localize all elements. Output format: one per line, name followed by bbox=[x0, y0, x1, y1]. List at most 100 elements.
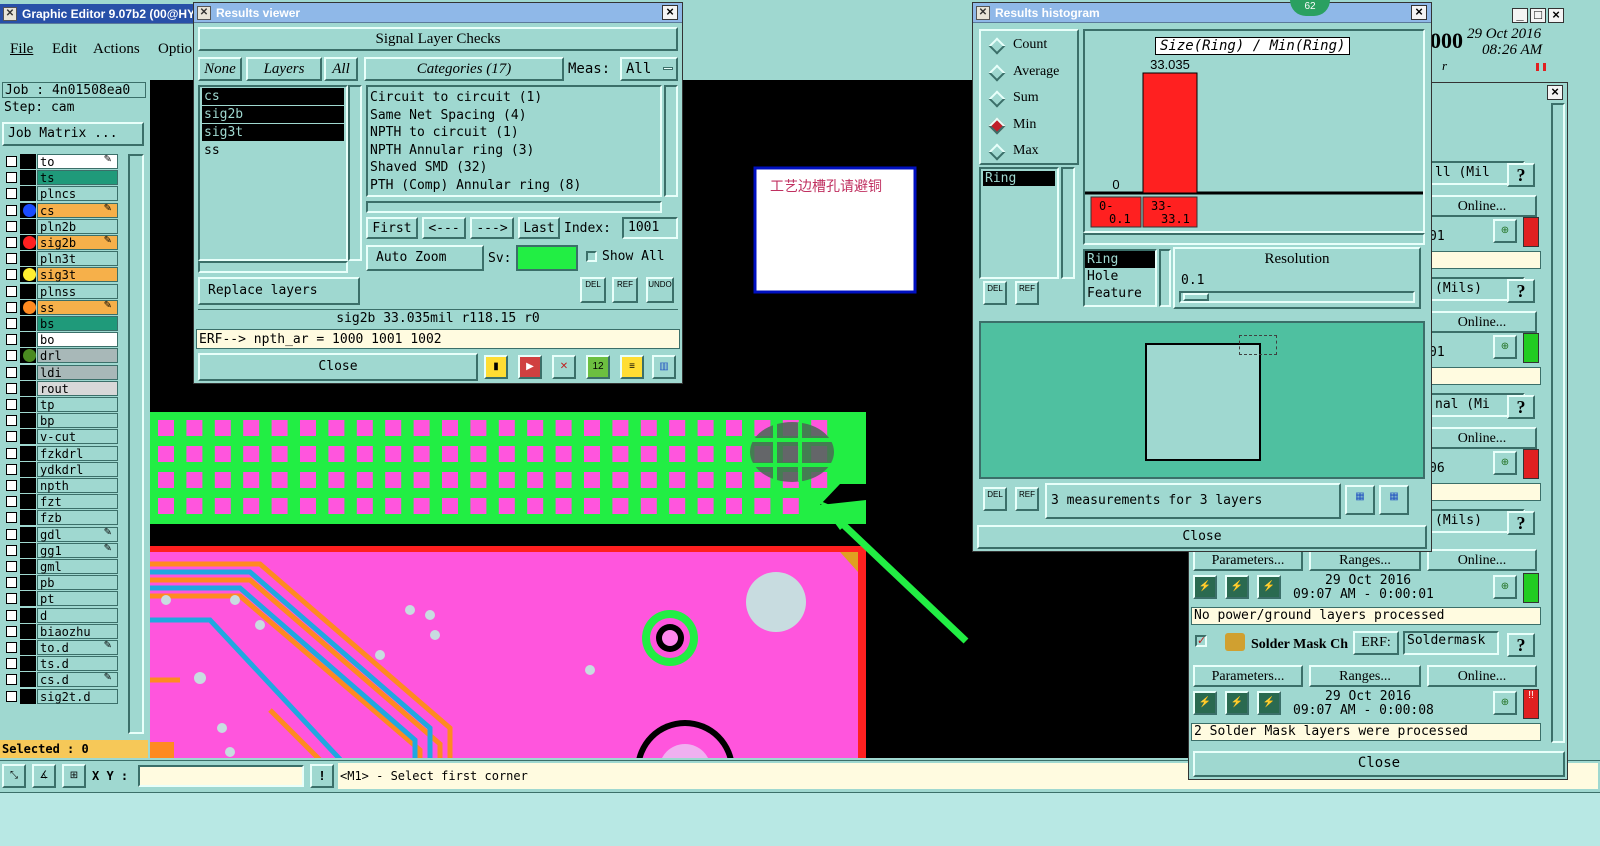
layer-name[interactable]: ts.d bbox=[37, 656, 118, 672]
layer-name[interactable]: pb bbox=[37, 575, 118, 591]
layer-row-biaozhu[interactable]: biaozhu bbox=[4, 623, 118, 639]
layer-color-swatch[interactable] bbox=[20, 526, 36, 542]
layer-checkbox[interactable] bbox=[6, 674, 17, 686]
undo-icon[interactable]: UNDO bbox=[646, 277, 674, 303]
maximize-icon[interactable]: □ bbox=[1530, 8, 1546, 23]
ring-option-item[interactable]: Ring bbox=[1085, 251, 1155, 268]
zoom-icon-2[interactable]: ⊕ bbox=[1493, 691, 1517, 715]
layer-list-scrollbar[interactable] bbox=[128, 154, 144, 734]
layer-color-swatch[interactable] bbox=[20, 542, 36, 558]
layer-name[interactable]: sig2t.d bbox=[37, 688, 118, 704]
import-icon[interactable]: ▦ bbox=[1379, 485, 1409, 515]
layer-color-swatch[interactable] bbox=[20, 575, 36, 591]
layer-name[interactable]: pln2b bbox=[37, 218, 118, 234]
layer-name[interactable]: tp bbox=[37, 397, 118, 412]
ranges-button[interactable]: Ranges... bbox=[1309, 549, 1421, 571]
minimize-icon[interactable]: _ bbox=[1512, 8, 1528, 23]
help-button[interactable]: ? bbox=[1507, 279, 1535, 303]
layer-row-ldi[interactable]: ldi bbox=[4, 364, 118, 380]
layer-name[interactable]: npth bbox=[37, 478, 118, 493]
layer-row-tp[interactable]: tp bbox=[4, 397, 118, 412]
layer-name[interactable]: plncs bbox=[37, 186, 118, 202]
layer-color-swatch[interactable] bbox=[20, 445, 36, 461]
histogram-bar[interactable] bbox=[1142, 72, 1198, 194]
layer-color-swatch[interactable] bbox=[20, 510, 36, 526]
layer-row-to[interactable]: to ✎ bbox=[4, 154, 118, 169]
layer-color-swatch[interactable] bbox=[20, 494, 36, 510]
layer-name[interactable]: bo bbox=[37, 332, 118, 348]
layer-color-swatch[interactable] bbox=[20, 316, 36, 331]
layer-checkbox[interactable] bbox=[6, 480, 17, 491]
index-input[interactable]: 1001 bbox=[622, 217, 678, 239]
ring-option-item[interactable]: Feature bbox=[1085, 285, 1155, 302]
layer-row-gg1[interactable]: gg1 ✎ bbox=[4, 542, 118, 558]
auto-zoom-dropdown[interactable]: Auto Zoom bbox=[366, 245, 484, 271]
preview-ref-icon[interactable]: REF bbox=[1015, 487, 1039, 511]
show-all-checkbox[interactable] bbox=[586, 251, 597, 262]
stat-radio-max[interactable]: Max bbox=[988, 141, 1081, 163]
erf-button[interactable]: ERF: bbox=[1353, 631, 1399, 655]
measure-list-scroll[interactable] bbox=[1061, 167, 1075, 279]
resolution-slider-handle[interactable] bbox=[1183, 293, 1209, 301]
online-button[interactable]: Online... bbox=[1427, 195, 1537, 217]
layer-color-swatch[interactable] bbox=[20, 672, 36, 688]
layer-row-plnss[interactable]: plnss bbox=[4, 283, 118, 299]
ring-option-item[interactable]: Hole bbox=[1085, 268, 1155, 285]
zoom-icon[interactable]: ⊕ bbox=[1493, 219, 1517, 243]
prev-button[interactable]: <--- bbox=[422, 217, 466, 239]
help-button[interactable]: ? bbox=[1507, 633, 1535, 657]
layer-row-ts.d[interactable]: ts.d bbox=[4, 656, 118, 672]
layer-row-sig2b[interactable]: sig2b ✎ bbox=[4, 235, 118, 250]
layer-checkbox[interactable] bbox=[6, 318, 17, 329]
layer-checkbox[interactable] bbox=[6, 496, 17, 508]
layer-checkbox[interactable] bbox=[6, 658, 17, 670]
delete-results-icon[interactable]: ✕ bbox=[552, 355, 576, 379]
measure-item[interactable]: Ring bbox=[983, 171, 1055, 186]
online-button[interactable]: Online... bbox=[1427, 549, 1537, 571]
layer-checkbox[interactable] bbox=[6, 269, 17, 281]
layer-row-sig2t.d[interactable]: sig2t.d bbox=[4, 688, 118, 704]
layer-row-bp[interactable]: bp bbox=[4, 413, 118, 429]
layer-row-pln2b[interactable]: pln2b bbox=[4, 218, 118, 234]
stop-icon[interactable]: ⚡ bbox=[1257, 575, 1281, 599]
layer-row-npth[interactable]: npth bbox=[4, 478, 118, 493]
categories-hscroll[interactable] bbox=[366, 201, 662, 213]
run-all-icon-2[interactable]: ⚡ bbox=[1225, 691, 1249, 715]
ring-options-scroll[interactable] bbox=[1159, 249, 1171, 307]
layer-checkbox[interactable] bbox=[6, 188, 17, 200]
layer-checkbox[interactable] bbox=[6, 690, 17, 702]
layer-checkbox[interactable] bbox=[6, 237, 17, 248]
layer-name[interactable]: ldi bbox=[37, 364, 118, 380]
layer-list-hscroll[interactable] bbox=[198, 261, 348, 273]
result-layer-item[interactable]: sig2b bbox=[202, 106, 344, 123]
layer-checkbox[interactable] bbox=[6, 382, 17, 394]
window-menu-icon[interactable]: ✕ bbox=[976, 6, 990, 20]
del-icon[interactable]: DEL bbox=[580, 277, 606, 303]
close-icon[interactable]: × bbox=[1548, 8, 1564, 23]
run-all-icon[interactable]: ⚡ bbox=[1225, 575, 1249, 599]
layer-name[interactable]: sig3t bbox=[37, 267, 118, 283]
layer-color-swatch[interactable] bbox=[20, 623, 36, 639]
layer-color-swatch[interactable] bbox=[20, 640, 36, 655]
layer-checkbox[interactable] bbox=[6, 253, 17, 265]
layers-button[interactable]: Layers bbox=[246, 57, 322, 81]
layer-row-plncs[interactable]: plncs bbox=[4, 186, 118, 202]
preview-del-icon[interactable]: DEL bbox=[983, 487, 1007, 511]
layer-name[interactable]: d bbox=[37, 607, 118, 623]
layer-name[interactable]: biaozhu bbox=[37, 623, 118, 639]
layer-checkbox[interactable] bbox=[6, 609, 17, 621]
layer-checkbox[interactable] bbox=[6, 172, 17, 184]
layer-name[interactable]: v-cut bbox=[37, 429, 118, 445]
histogram-icon[interactable]: ▥ bbox=[652, 355, 676, 379]
histogram-close-button[interactable]: Close bbox=[977, 525, 1427, 549]
online-button[interactable]: Online... bbox=[1427, 427, 1537, 449]
app-menu-icon[interactable]: ✕ bbox=[3, 7, 17, 21]
layer-color-swatch[interactable] bbox=[20, 218, 36, 234]
layer-row-fzkdrl[interactable]: fzkdrl bbox=[4, 445, 118, 461]
layer-row-gdl[interactable]: gdl ✎ bbox=[4, 526, 118, 542]
ranges-button-2[interactable]: Ranges... bbox=[1309, 665, 1421, 687]
layer-checkbox[interactable] bbox=[6, 285, 17, 297]
layer-checkbox[interactable] bbox=[6, 512, 17, 524]
categories-vscroll[interactable] bbox=[664, 85, 678, 197]
category-item[interactable]: PTH (Comp) Annular ring (8) bbox=[370, 177, 658, 195]
